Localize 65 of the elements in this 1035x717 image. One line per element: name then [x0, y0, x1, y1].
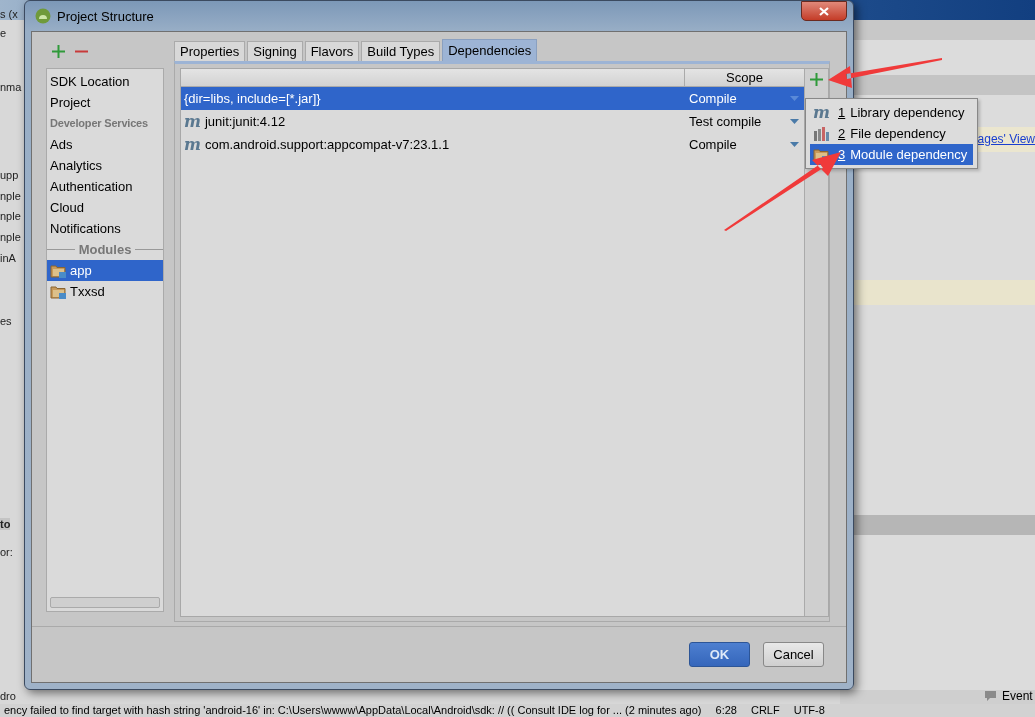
status-item[interactable]: CRLF — [750, 704, 780, 717]
dropdown-arrow-icon[interactable] — [790, 142, 799, 147]
bar-chart-icon — [813, 126, 830, 141]
scope-dropdown[interactable]: Test compile — [689, 114, 762, 129]
module-item[interactable]: app — [47, 260, 163, 281]
background-text: es — [0, 315, 12, 327]
dependency-row[interactable]: {dir=libs, include=[*.jar]} Compile — [181, 87, 804, 110]
add-icon[interactable] — [52, 44, 65, 58]
ok-button[interactable]: OK — [689, 642, 750, 667]
background-text: dro — [0, 690, 16, 702]
scrollbar[interactable] — [50, 597, 160, 608]
background-text: e — [0, 27, 7, 39]
add-icon[interactable] — [810, 73, 823, 86]
tab[interactable]: Flavors — [304, 41, 360, 61]
sidebar-item[interactable]: Ads — [47, 134, 163, 155]
background-text: upp — [0, 169, 19, 181]
sidebar-item[interactable]: Notifications — [47, 218, 163, 239]
dependency-name: com.android.support:appcompat-v7:23.1.1 — [204, 137, 450, 152]
cancel-button[interactable]: Cancel — [763, 642, 824, 667]
sidebar-item[interactable]: SDK Location — [47, 71, 163, 92]
background-text: nple — [0, 210, 21, 222]
dependency-row[interactable]: m com.android.support:appcompat-v7:23.1.1 Compile — [181, 133, 804, 156]
sidebar-item[interactable]: Project — [47, 92, 163, 113]
window-title: Project Structure — [57, 8, 154, 24]
menu-item[interactable]: 3 Module dependency — [810, 144, 973, 165]
tab[interactable]: Build Types — [361, 41, 441, 61]
sidebar-item[interactable]: Cloud — [47, 197, 163, 218]
tab[interactable]: Properties — [174, 41, 246, 61]
scope-dropdown[interactable]: Compile — [689, 137, 737, 152]
background-text: to — [0, 518, 11, 530]
sidebar-item[interactable]: Analytics — [47, 155, 163, 176]
dropdown-arrow-icon[interactable] — [790, 96, 799, 101]
status-message: ency failed to find target with hash string 'android-16' in: C:\Users\wwww\AppData\Local\Android\sdk: // (( Consult IDE log for ... (2 minutes ago) — [4, 704, 702, 717]
menu-item[interactable]: m 1 Library dependency — [810, 102, 973, 123]
sidebar-section-header: Developer Services — [49, 116, 149, 131]
background-text: inA — [0, 252, 16, 264]
maven-glyph: m — [184, 113, 201, 130]
sidebar-item[interactable]: Authentication — [47, 176, 163, 197]
dependency-name: junit:junit:4.12 — [204, 114, 286, 129]
status-item[interactable]: 6:28 — [715, 704, 737, 717]
menu-item[interactable]: 2 File dependency — [810, 123, 973, 144]
background-text: nple — [0, 231, 21, 243]
dropdown-arrow-icon[interactable] — [790, 119, 799, 124]
module-item[interactable]: Txxsd — [47, 281, 163, 302]
dependency-row[interactable]: m junit:junit:4.12 Test compile — [181, 110, 804, 133]
maven-glyph: m — [813, 103, 830, 122]
folder-icon — [50, 263, 67, 278]
link[interactable]: ages' View — [977, 132, 1035, 146]
tab[interactable]: Dependencies — [442, 39, 538, 61]
tab[interactable]: Signing — [247, 41, 303, 61]
background-text: s (x — [0, 8, 18, 20]
scope-dropdown[interactable]: Compile — [689, 91, 737, 106]
speech-bubble-icon — [984, 690, 997, 702]
android-icon — [35, 8, 51, 24]
event-log-label[interactable]: Event — [1002, 689, 1033, 703]
background-text: or: — [0, 546, 13, 558]
background-text: nma — [0, 81, 22, 93]
status-item[interactable]: UTF-8 — [793, 704, 825, 717]
close-button[interactable] — [801, 1, 847, 21]
folder-icon — [50, 284, 67, 299]
maven-glyph: m — [184, 136, 201, 153]
dependency-name: {dir=libs, include=[*.jar]} — [184, 91, 321, 106]
close-icon — [819, 6, 829, 16]
sidebar-section-header: Modules — [78, 242, 132, 257]
background-text: nple — [0, 190, 21, 202]
